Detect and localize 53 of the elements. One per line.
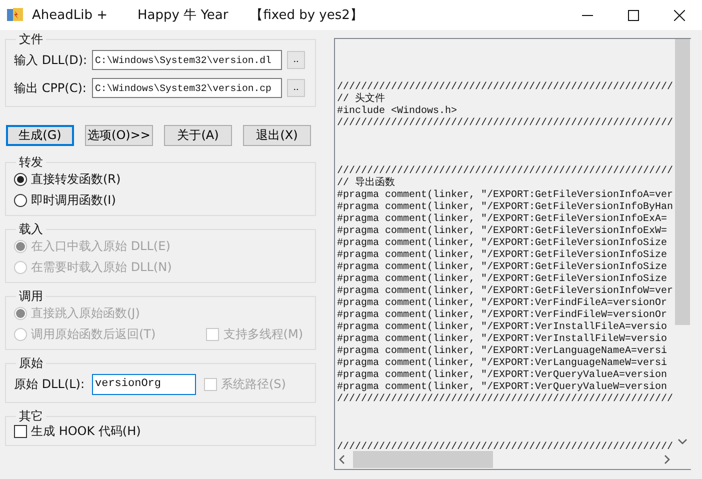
group-title: 其它 <box>18 409 44 423</box>
action-button[interactable]: 选项(O)>> <box>85 125 153 146</box>
code-line: #pragma comment(linker, "/EXPORT:GetFileVersionInfoExW= <box>337 226 668 238</box>
group-title: 转发 <box>18 155 44 169</box>
code-line: #pragma comment(linker, "/EXPORT:GetFileVersionInfoByHan <box>337 202 674 214</box>
code-line: #pragma comment(linker, "/EXPORT:GetFileVersionInfoA=ver <box>337 190 674 202</box>
window-title: AheadLib + <box>32 8 108 22</box>
app-icon <box>6 6 24 24</box>
code-line: //////////////////////////////////////////////////////// <box>337 166 674 177</box>
code-line: // 导出函数 <box>337 178 396 190</box>
action-button[interactable]: 关于(A) <box>164 125 232 146</box>
code-line: #pragma comment(linker, "/EXPORT:VerQueryValueA=version <box>337 370 668 382</box>
browse-button[interactable]: .. <box>287 79 305 97</box>
code-line: #include <Windows.h> <box>337 106 458 118</box>
code-line: #pragma comment(linker, "/EXPORT:VerInstallFileW=versio <box>337 334 668 346</box>
dll-name-field[interactable]: versionOrg <box>92 374 196 394</box>
group-title: 文件 <box>18 32 44 46</box>
field-label: 输入 DLL(D): <box>14 52 88 68</box>
field-label: 原始 DLL(L): <box>14 376 86 392</box>
code-line: //////////////////////////////////////////////////////// <box>337 394 674 406</box>
code-line: #pragma comment(linker, "/EXPORT:VerQueryValueW=version <box>337 382 668 394</box>
maximize-icon[interactable] <box>628 10 638 20</box>
action-button[interactable]: 生成(G) <box>6 125 74 146</box>
code-line: #pragma comment(linker, "/EXPORT:GetFileVersionInfoSize <box>337 238 668 250</box>
group-title: 原始 <box>18 356 44 370</box>
vertical-scrollbar[interactable] <box>674 39 691 449</box>
code-line: #pragma comment(linker, "/EXPORT:GetFileVersionInfoSize <box>337 262 668 274</box>
code-line: #pragma comment(linker, "/EXPORT:GetFileVersionInfoExA= <box>337 214 668 226</box>
code-line: // 头文件 <box>337 94 386 106</box>
close-icon[interactable] <box>674 10 684 20</box>
window-title: 【fixed by yes2】 <box>250 7 363 24</box>
code-line: #pragma comment(linker, "/EXPORT:VerLanguageNameW=versi <box>337 358 668 370</box>
checkbox[interactable]: 生成 HOOK 代码(H) <box>14 423 141 440</box>
field-label: 输出 CPP(C): <box>14 80 88 96</box>
window-title: Happy 牛 Year <box>137 7 228 24</box>
radio-button[interactable]: 即时调用函数(I) <box>14 192 116 209</box>
action-button[interactable]: 退出(X) <box>243 125 311 146</box>
code-line: //////////////////////////////////////////////////////// <box>337 442 674 449</box>
group-title: 载入 <box>18 222 44 236</box>
group-title: 调用 <box>18 289 44 303</box>
code-line: #pragma comment(linker, "/EXPORT:VerFindFileA=versionOr <box>337 298 668 310</box>
code-line: #pragma comment(linker, "/EXPORT:GetFileVersionInfoSize <box>337 250 668 262</box>
browse-button[interactable]: .. <box>287 51 305 69</box>
path-field[interactable]: C:\Windows\System32\version.cp <box>92 78 282 98</box>
code-line: //////////////////////////////////////////////////////// <box>337 118 674 130</box>
radio-button[interactable]: 直接转发函数(R) <box>14 171 121 188</box>
code-line: //////////////////////////////////////////////////////// <box>337 82 674 93</box>
code-line: #pragma comment(linker, "/EXPORT:GetFileVersionInfoSize <box>337 274 668 286</box>
code-line: #pragma comment(linker, "/EXPORT:VerFindFileW=versionOr <box>337 310 668 322</box>
path-field[interactable]: C:\Windows\System32\version.dl <box>92 50 282 70</box>
code-line: #pragma comment(linker, "/EXPORT:GetFileVersionInfoW=ver <box>337 286 674 298</box>
code-line: #pragma comment(linker, "/EXPORT:VerLanguageNameA=versi <box>337 346 668 358</box>
code-line: #pragma comment(linker, "/EXPORT:VerInstallFileA=versio <box>337 322 668 334</box>
